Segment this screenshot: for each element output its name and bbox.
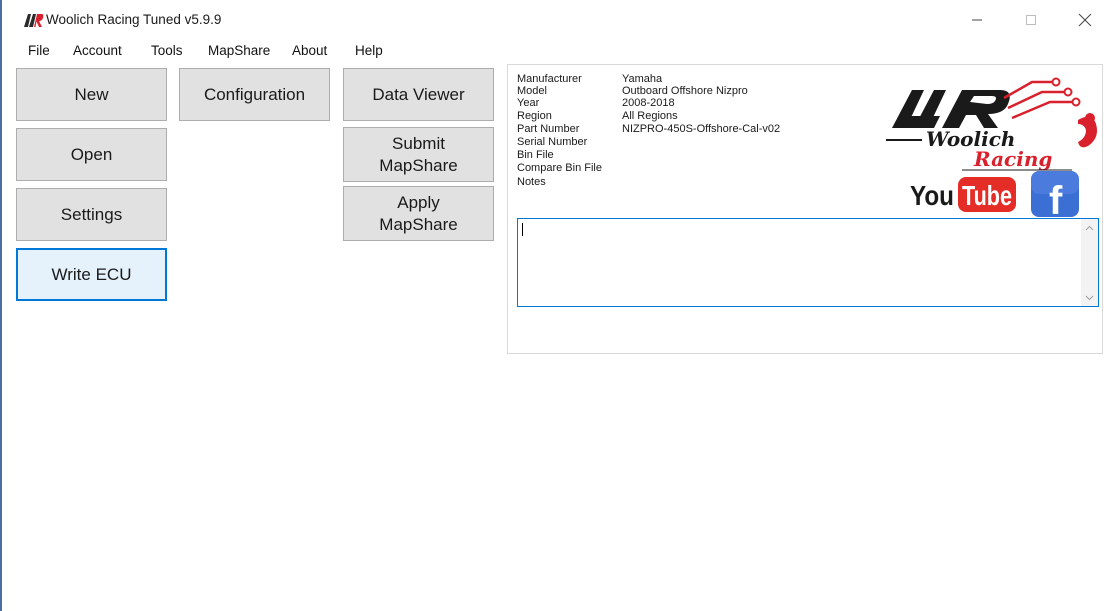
maximize-button[interactable]: [1008, 6, 1054, 34]
notes-textarea[interactable]: [517, 218, 1099, 307]
window-title: Woolich Racing Tuned v5.9.9: [46, 12, 222, 27]
close-icon: [1078, 13, 1092, 27]
scroll-up-arrow[interactable]: [1081, 219, 1098, 236]
compare-bin-file-label: Compare Bin File: [517, 162, 602, 174]
youtube-tube-text: Tube: [962, 180, 1012, 211]
youtube-you-text: You: [910, 180, 954, 211]
menu-help[interactable]: Help: [355, 43, 383, 58]
model-value: Outboard Offshore Nizpro: [622, 85, 748, 97]
app-window: Woolich Racing Tuned v5.9.9 File Account…: [0, 0, 1104, 611]
bin-file-label: Bin File: [517, 149, 554, 161]
write-ecu-button[interactable]: Write ECU: [16, 248, 167, 301]
part-number-label: Part Number: [517, 123, 580, 135]
year-label: Year: [517, 97, 540, 109]
youtube-logo[interactable]: You Tube: [910, 174, 1018, 214]
title-bar: Woolich Racing Tuned v5.9.9: [2, 0, 1104, 40]
new-button[interactable]: New: [16, 68, 167, 121]
data-viewer-button[interactable]: Data Viewer: [343, 68, 494, 121]
open-button[interactable]: Open: [16, 128, 167, 181]
menu-file[interactable]: File: [28, 43, 50, 58]
manufacturer-label: Manufacturer: [517, 73, 582, 85]
minimize-icon: [972, 19, 982, 21]
configuration-button[interactable]: Configuration: [179, 68, 330, 121]
menu-tools[interactable]: Tools: [151, 43, 183, 58]
racing-logo-text: Racing: [973, 147, 1052, 171]
menu-mapshare[interactable]: MapShare: [208, 43, 270, 58]
close-button[interactable]: [1062, 6, 1104, 34]
menu-about[interactable]: About: [292, 43, 327, 58]
year-value: 2008-2018: [622, 97, 675, 109]
woolich-racing-logo: Woolich Racing: [886, 77, 1097, 171]
region-label: Region: [517, 110, 552, 122]
facebook-f-text: f: [1049, 179, 1063, 218]
settings-button[interactable]: Settings: [16, 188, 167, 241]
serial-number-label: Serial Number: [517, 136, 588, 148]
scroll-down-arrow[interactable]: [1081, 289, 1098, 306]
woolich-app-icon: [24, 14, 44, 27]
menu-account[interactable]: Account: [73, 43, 122, 58]
region-value: All Regions: [622, 110, 678, 122]
model-label: Model: [517, 85, 547, 97]
menu-bar: File Account Tools MapShare About Help: [2, 41, 1104, 63]
notes-scrollbar[interactable]: [1081, 219, 1098, 306]
manufacturer-value: Yamaha: [622, 73, 663, 85]
part-number-value: NIZPRO-450S-Offshore-Cal-v02: [622, 123, 781, 135]
apply-mapshare-button[interactable]: Apply MapShare: [343, 186, 494, 241]
notes-label: Notes: [517, 176, 546, 188]
maximize-icon: [1026, 15, 1036, 25]
minimize-button[interactable]: [954, 6, 1000, 34]
text-caret: [522, 223, 523, 236]
chevron-down-icon: [1085, 295, 1094, 300]
chevron-up-icon: [1085, 225, 1094, 230]
submit-mapshare-button[interactable]: Submit MapShare: [343, 127, 494, 182]
facebook-logo[interactable]: f: [1030, 170, 1080, 218]
